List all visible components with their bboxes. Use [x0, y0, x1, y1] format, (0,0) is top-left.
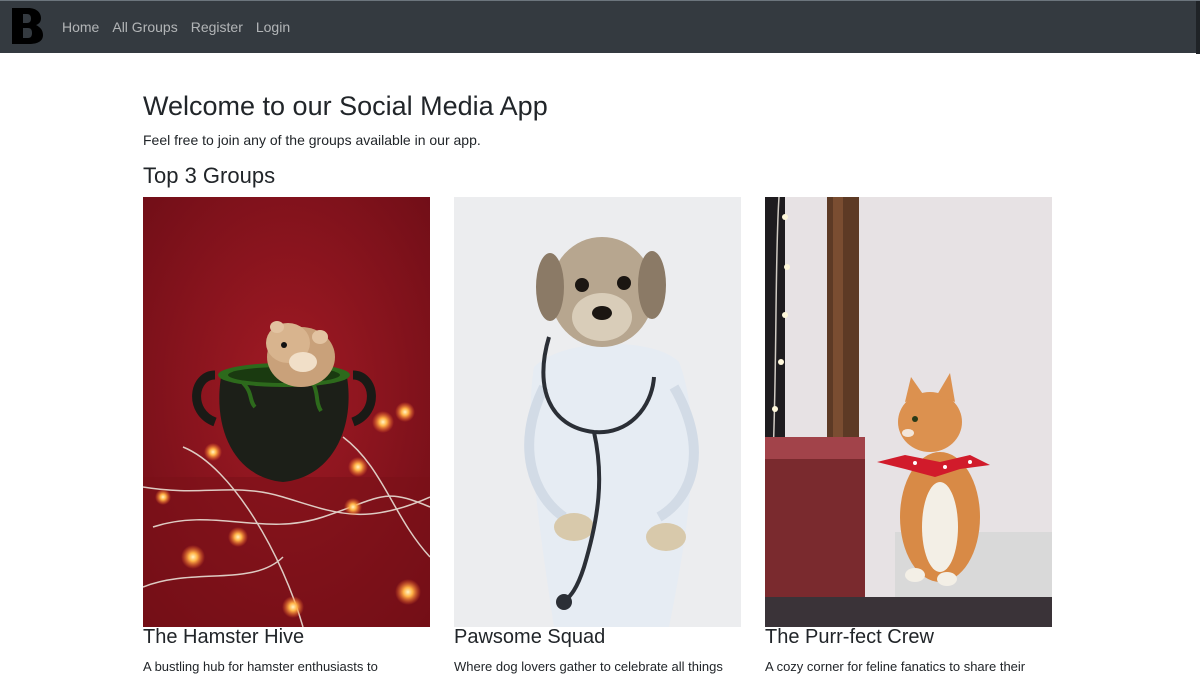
group-description: A cozy corner for feline fanatics to sha…: [765, 659, 1026, 674]
window-edge: [1196, 1, 1200, 54]
hamster-in-pot-photo[interactable]: [143, 197, 430, 627]
top-navbar: Home All Groups Register Login: [0, 0, 1200, 54]
nav-all-groups-link[interactable]: All Groups: [112, 19, 177, 35]
group-title[interactable]: The Hamster Hive: [143, 626, 304, 649]
page-title: Welcome to our Social Media App: [143, 91, 548, 121]
nav-links: Home All Groups Register Login: [62, 1, 290, 53]
group-title[interactable]: The Purr-fect Crew: [765, 626, 934, 649]
group-description: A bustling hub for hamster enthusiasts t…: [143, 659, 378, 674]
section-title: Top 3 Groups: [143, 163, 276, 188]
group-title[interactable]: Pawsome Squad: [454, 626, 605, 649]
brand-logo[interactable]: [10, 7, 44, 45]
dog-doctor-photo[interactable]: [454, 197, 741, 627]
cat-with-bandana-photo[interactable]: [765, 197, 1052, 627]
group-description: Where dog lovers gather to celebrate all…: [454, 659, 723, 674]
nav-register-link[interactable]: Register: [191, 19, 243, 35]
intro-text: Feel free to join any of the groups avai…: [143, 132, 481, 148]
nav-login-link[interactable]: Login: [256, 19, 290, 35]
nav-home-link[interactable]: Home: [62, 19, 99, 35]
